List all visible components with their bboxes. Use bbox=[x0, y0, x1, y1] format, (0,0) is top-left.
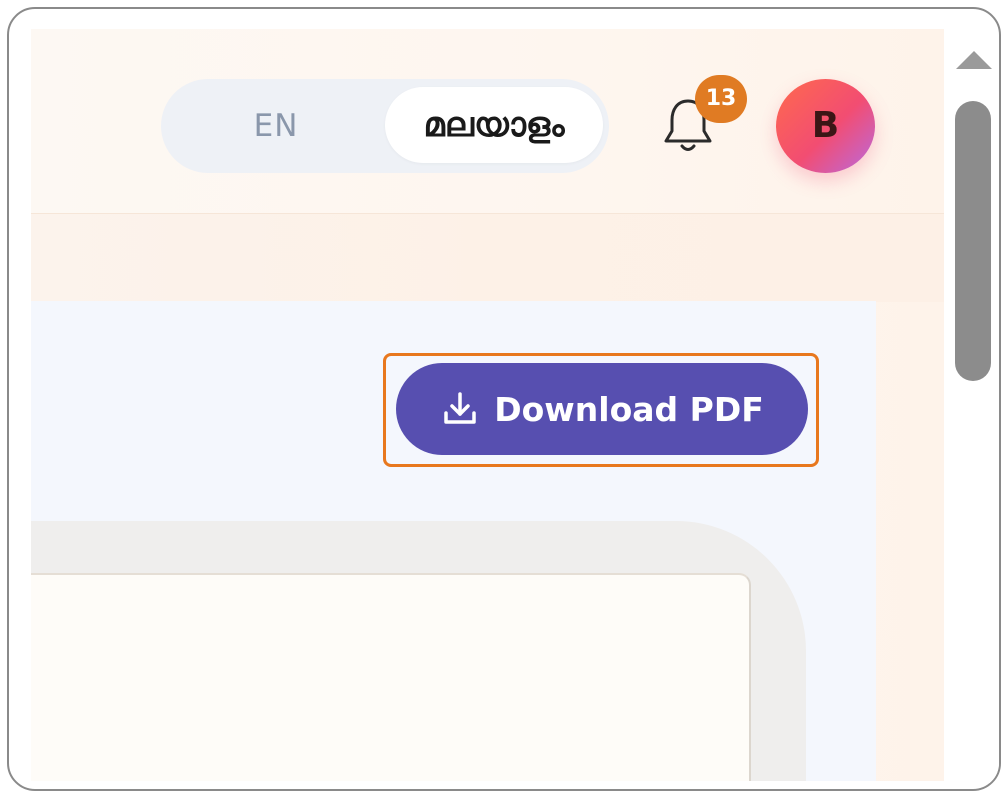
notification-count-badge: 13 bbox=[695, 75, 747, 123]
browser-frame: EN മലയാളം 13 B Download PDF bbox=[7, 7, 1001, 791]
language-toggle: EN മലയാളം bbox=[161, 79, 609, 173]
language-option-malayalam[interactable]: മലയാളം bbox=[385, 87, 603, 163]
vertical-scrollbar[interactable] bbox=[945, 43, 999, 783]
download-pdf-button[interactable]: Download PDF bbox=[396, 363, 808, 455]
download-pdf-label: Download PDF bbox=[494, 389, 764, 429]
top-header: EN മലയാളം 13 B bbox=[31, 29, 944, 214]
language-option-en[interactable]: EN bbox=[221, 79, 331, 173]
download-icon bbox=[440, 389, 480, 429]
scrollbar-thumb[interactable] bbox=[955, 101, 991, 381]
page-viewport: EN മലയാളം 13 B Download PDF bbox=[31, 29, 944, 781]
header-band bbox=[31, 214, 944, 302]
user-avatar[interactable]: B bbox=[776, 79, 875, 173]
scroll-up-arrow-icon[interactable] bbox=[956, 51, 992, 69]
document-card bbox=[31, 573, 751, 781]
